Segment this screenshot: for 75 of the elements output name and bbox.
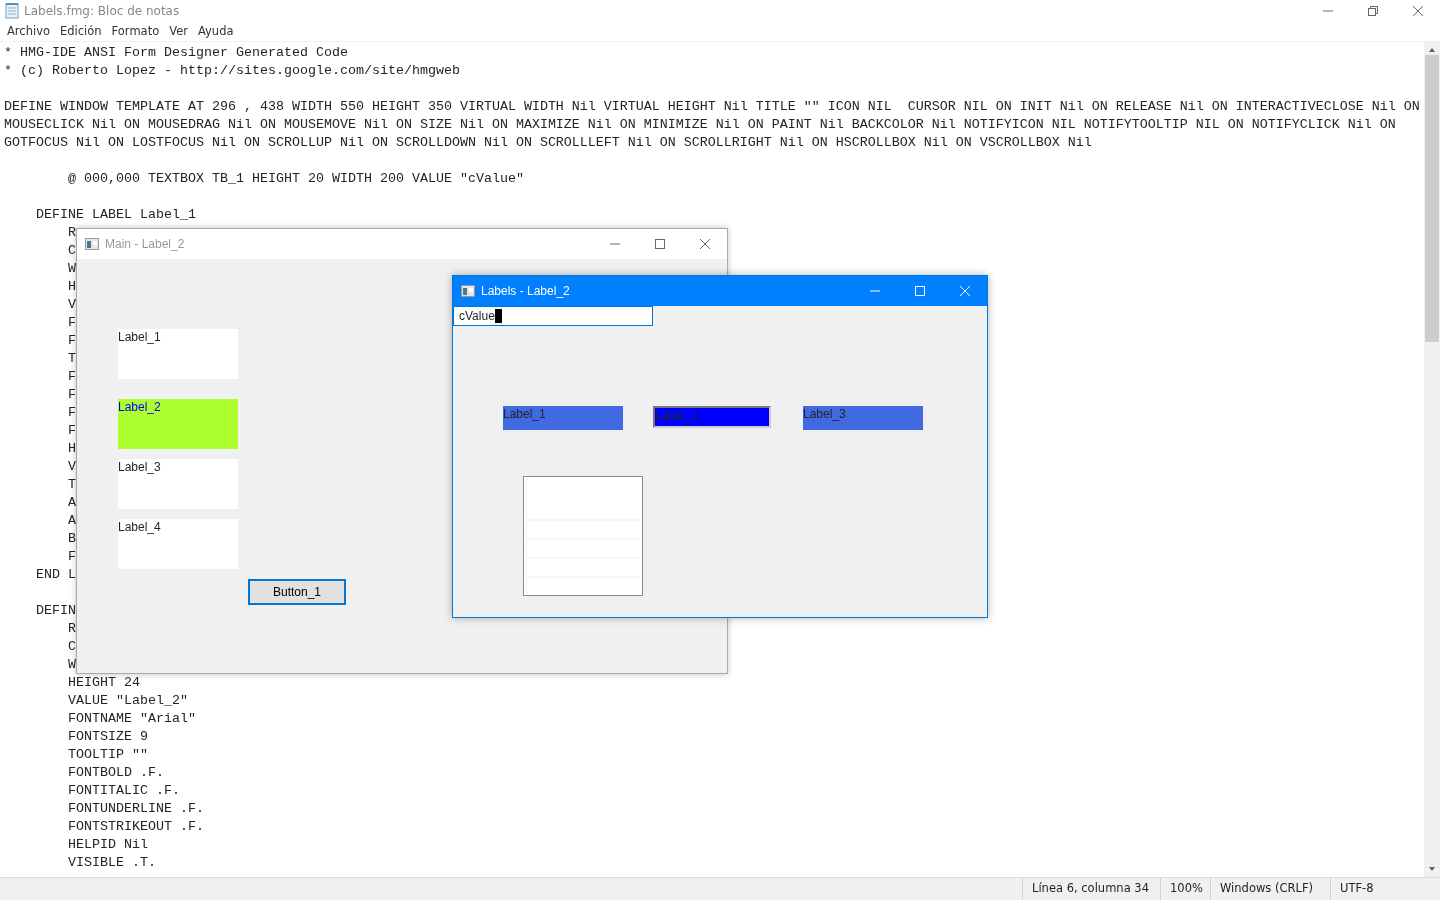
code-line: VISIBLE .T. xyxy=(67,854,156,872)
code-line: VALUE "Label_2" xyxy=(67,692,188,710)
scroll-down-icon xyxy=(1428,866,1436,872)
scroll-up-icon xyxy=(1428,47,1436,53)
status-text: Windows (CRLF) xyxy=(1210,877,1330,900)
code-line: F xyxy=(67,422,76,440)
label-control[interactable]: Label_4 xyxy=(118,519,238,569)
label-control[interactable]: Label_1 xyxy=(118,329,238,379)
menu-item[interactable]: Formato xyxy=(106,22,165,41)
maximize-icon xyxy=(914,286,925,296)
code-line: F xyxy=(67,368,76,386)
code-line: B xyxy=(67,530,76,548)
window-title: Labels.fmg: Bloc de notas xyxy=(24,3,181,20)
code-line: F xyxy=(67,386,76,404)
code-line: HEIGHT 24 xyxy=(67,674,140,692)
text-cursor xyxy=(494,309,502,323)
window-icon xyxy=(85,238,99,250)
text-field[interactable]: cValue xyxy=(453,306,653,326)
code-line: MOUSECLICK Nil ON MOUSEDRAG Nil ON MOUSEMOVE Nil ON SIZE Nil ON MAXIMIZE Nil ON MINIMIZE Nil ON PAINT Nil BACKCOLOR Nil NOTIFYICON NIL NOTIFYTOOLTIP NIL ON NOTIFYCLICK Nil ON xyxy=(4,116,1396,134)
menu-item[interactable]: Archivo xyxy=(2,22,55,41)
code-line: R xyxy=(67,224,76,242)
code-line: END L xyxy=(35,566,76,584)
code-line: F xyxy=(67,332,76,350)
window-title: Main - Label_2 xyxy=(105,236,186,253)
code-line: H xyxy=(67,278,76,296)
code-line: W xyxy=(67,260,76,278)
scrollbar-thumb[interactable] xyxy=(1425,55,1439,342)
code-line: FONTITALIC .F. xyxy=(67,782,180,800)
close-icon xyxy=(959,286,970,296)
code-line: W xyxy=(67,656,76,674)
maximize-icon xyxy=(654,239,665,249)
code-line: V xyxy=(67,458,76,476)
status-text: UTF-8 xyxy=(1330,877,1440,900)
label-control[interactable]: Label_2 xyxy=(118,399,238,449)
status-text: 100% xyxy=(1160,877,1210,900)
code-line: DEFIN xyxy=(35,602,76,620)
menu-item[interactable]: Ver xyxy=(164,22,193,41)
vertical-scrollbar[interactable] xyxy=(1424,42,1440,877)
close-icon xyxy=(1412,6,1423,16)
code-line: A xyxy=(67,512,76,530)
code-line: FONTNAME "Arial" xyxy=(67,710,196,728)
code-line: F xyxy=(67,404,76,422)
code-line: A xyxy=(67,494,76,512)
code-line: FONTSIZE 9 xyxy=(67,728,148,746)
label-control[interactable]: Label_3 xyxy=(118,459,238,509)
code-line: @ 000,000 TEXTBOX TB_1 HEIGHT 20 WIDTH 200 VALUE "cValue" xyxy=(67,170,524,188)
menu-item[interactable]: Ayuda xyxy=(192,22,239,41)
code-line: T xyxy=(67,350,76,368)
code-line: R xyxy=(67,620,76,638)
code-line: FONTBOLD .F. xyxy=(67,764,164,782)
notepad-icon xyxy=(4,3,20,19)
code-line: V xyxy=(67,296,76,314)
code-line: DEFINE WINDOW TEMPLATE AT 296 , 438 WIDTH 550 HEIGHT 350 VIRTUAL WIDTH Nil VIRTUAL HEIGHT Nil TITLE "" ICON NIL CURSOR NIL ON INIT Nil ON RELEASE Nil ON INTERACTIVECLOSE Nil ON xyxy=(4,98,1420,116)
code-line: FONTUNDERLINE .F. xyxy=(67,800,204,818)
code-line: * (c) Roberto Lopez - http://sites.google.com/site/hmgweb xyxy=(4,62,460,80)
code-line: F xyxy=(67,548,76,566)
close-icon xyxy=(699,239,710,249)
list-box[interactable] xyxy=(523,476,643,596)
code-line: T xyxy=(67,476,76,494)
code-line: C xyxy=(67,242,76,260)
window-icon xyxy=(461,285,475,297)
code-line: F xyxy=(67,314,76,332)
code-line: * HMG-IDE ANSI Form Designer Generated Code xyxy=(4,44,348,62)
code-line: C xyxy=(67,638,76,656)
code-line: GOTFOCUS Nil ON LOSTFOCUS Nil ON SCROLLUP Nil ON SCROLLDOWN Nil ON SCROLLLEFT Nil ON SCROLLRIGHT Nil ON HSCROLLBOX Nil ON VSCROLLBOX Nil xyxy=(4,134,1092,152)
menu-item[interactable]: Edición xyxy=(55,22,107,41)
code-line: FONTSTRIKEOUT .F. xyxy=(67,818,204,836)
code-line: H xyxy=(67,440,76,458)
restore-icon xyxy=(1367,6,1378,16)
code-line: HELPID Nil xyxy=(67,836,148,854)
code-line: DEFINE LABEL Label_1 xyxy=(35,206,196,224)
code-line: TOOLTIP "" xyxy=(67,746,148,764)
status-text: Línea 6, columna 34 xyxy=(1022,877,1160,900)
form-button[interactable]: Button_1 xyxy=(248,579,346,605)
window-title: Labels - Label_2 xyxy=(481,283,571,300)
